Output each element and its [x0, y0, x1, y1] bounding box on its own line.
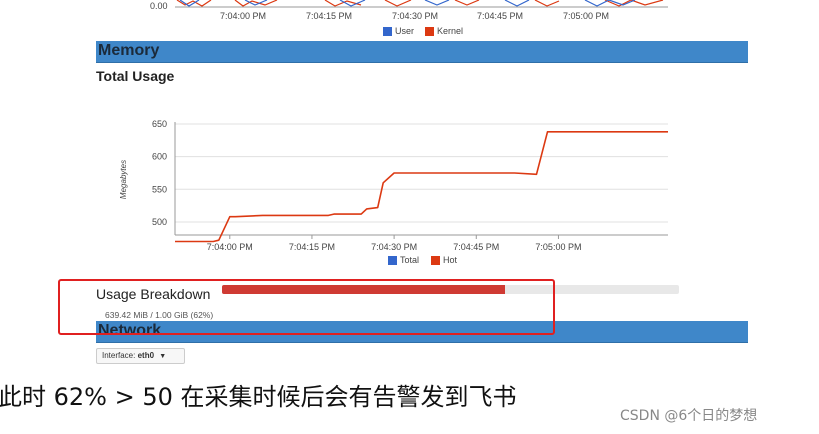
legend-swatch-kernel — [425, 27, 434, 36]
cpu-x-tick: 7:04:30 PM — [392, 11, 439, 21]
cpu-x-tick: 7:05:00 PM — [563, 11, 610, 21]
cpu-y-tick: 0.00 — [150, 1, 168, 11]
y-tick-label: 500 — [152, 217, 167, 227]
legend-swatch-hot — [431, 256, 440, 265]
legend-swatch-total — [388, 256, 397, 265]
watermark: CSDN @6个日的梦想 — [620, 408, 758, 424]
x-tick-label: 7:04:45 PM — [453, 242, 499, 252]
interface-value: eth0 — [137, 351, 155, 360]
legend-swatch-user — [383, 27, 392, 36]
interface-label: Interface: — [102, 351, 136, 360]
caption-text: 此时 62% > 50 在采集时候后会有告警发到飞书 — [0, 383, 517, 411]
legend-label-user: User — [395, 26, 415, 36]
x-tick-label: 7:04:30 PM — [371, 242, 417, 252]
cpu-x-tick: 7:04:00 PM — [220, 11, 267, 21]
x-tick-label: 7:04:00 PM — [207, 242, 253, 252]
cpu-x-tick: 7:04:15 PM — [306, 11, 353, 21]
memory-section-header: Memory — [96, 41, 748, 63]
highlight-box — [58, 279, 555, 335]
y-axis-label: Megabytes — [119, 160, 128, 199]
chevron-down-icon: ▼ — [159, 353, 167, 360]
legend-label-kernel: Kernel — [437, 26, 464, 36]
interface-dropdown[interactable]: Interface: eth0 ▼ — [96, 348, 185, 364]
x-tick-label: 7:04:15 PM — [289, 242, 335, 252]
y-tick-label: 550 — [152, 184, 167, 194]
total-usage-title: Total Usage — [96, 68, 175, 84]
memory-usage-chart: 500 550 600 650 7:04:00 PM 7:04:15 PM 7:04:30 … — [119, 119, 669, 252]
x-tick-label: 7:05:00 PM — [535, 242, 581, 252]
y-tick-label: 600 — [152, 152, 167, 162]
series-line-hot — [175, 131, 668, 243]
legend-label-hot: Hot — [443, 255, 458, 265]
legend-label-total: Total — [400, 255, 420, 265]
cpu-x-tick: 7:04:45 PM — [477, 11, 524, 21]
y-tick-label: 650 — [152, 119, 167, 129]
cpu-chart-plot — [175, 0, 668, 8]
memory-section-title: Memory — [98, 42, 160, 59]
